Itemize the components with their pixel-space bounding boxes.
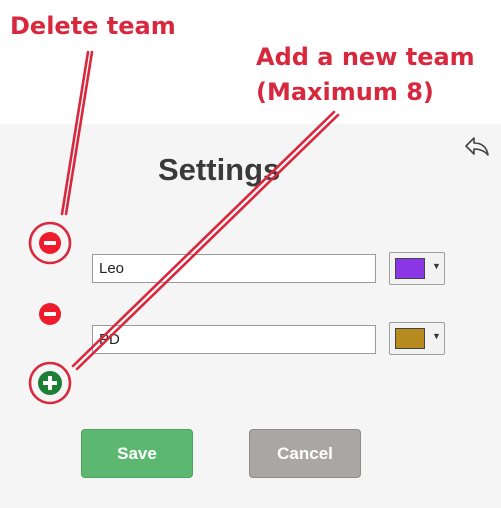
page-title: Settings	[158, 152, 281, 187]
team-color-select[interactable]: ▼	[389, 322, 445, 355]
back-arrow-icon[interactable]	[463, 135, 491, 157]
remove-team-button[interactable]	[39, 303, 61, 325]
color-swatch	[395, 258, 425, 279]
add-team-button[interactable]	[38, 371, 62, 395]
remove-team-button[interactable]	[39, 232, 61, 254]
dropdown-caret-icon: ▼	[432, 331, 441, 341]
team-name-input[interactable]	[92, 325, 376, 354]
annotation-add-team: Add a new team	[256, 43, 475, 71]
annotation-add-team-max: (Maximum 8)	[256, 78, 434, 106]
team-color-select[interactable]: ▼	[389, 252, 445, 285]
save-button[interactable]: Save	[81, 429, 193, 478]
cancel-button[interactable]: Cancel	[249, 429, 361, 478]
annotation-delete-team: Delete team	[10, 12, 176, 40]
dropdown-caret-icon: ▼	[432, 261, 441, 271]
color-swatch	[395, 328, 425, 349]
team-name-input[interactable]	[92, 254, 376, 283]
